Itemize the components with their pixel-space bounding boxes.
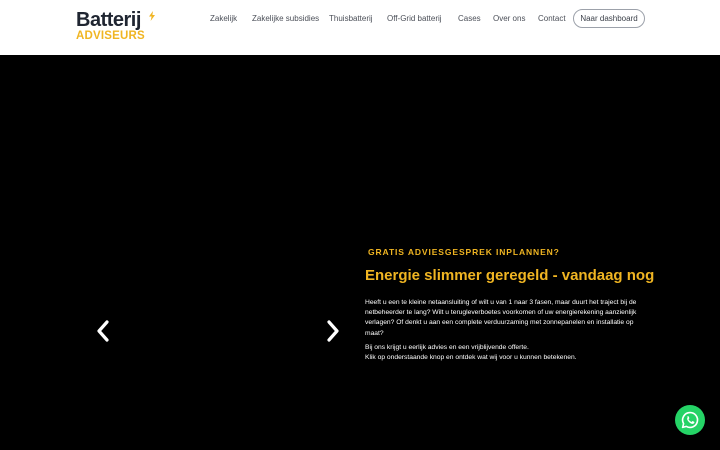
nav-item-thuisbatterij[interactable]: Thuisbatterij (329, 13, 373, 25)
nav-item-over-ons[interactable]: Over ons (493, 13, 525, 25)
logo-wordmark-top: Batterij (76, 9, 141, 31)
nav-item-zakelijke-subsidies[interactable]: Zakelijke subsidies (252, 13, 319, 25)
chevron-left-icon (97, 320, 109, 342)
nav-item-zakelijk[interactable]: Zakelijk (210, 13, 237, 25)
slider-prev-button[interactable] (95, 319, 111, 343)
hero-cta-line-2: Klik op onderstaande knop en ontdek wat … (365, 354, 577, 362)
dashboard-button[interactable]: Naar dashboard (573, 9, 645, 28)
hero-cta-line-1: Bij ons krijgt u eerlijk advies en een v… (365, 344, 529, 351)
logo-wordmark-bottom: ADVISEURS (76, 30, 145, 42)
hero-paragraph-cta: Bij ons krijgt u eerlijk advies en een v… (365, 343, 645, 363)
nav-item-cases[interactable]: Cases (458, 13, 481, 25)
hero-slider (0, 55, 720, 450)
whatsapp-icon (681, 411, 699, 429)
lightning-icon (149, 11, 155, 21)
nav-item-contact[interactable]: Contact (538, 13, 566, 25)
chevron-right-icon (327, 320, 339, 342)
hero-paragraph-intro: Heeft u een te kleine netaansluiting of … (365, 299, 637, 337)
hero-headline: Energie slimmer geregeld - vandaag nog (365, 267, 655, 284)
brand-logo[interactable]: Batterij ADVISEURS (76, 10, 156, 44)
nav-item-off-grid-batterij[interactable]: Off-Grid batterij (387, 13, 442, 25)
whatsapp-chat-button[interactable] (675, 405, 705, 435)
hero-kicker: GRATIS ADVIESGESPREK INPLANNEN? (368, 247, 560, 257)
slider-next-button[interactable] (325, 319, 341, 343)
site-header: Batterij ADVISEURS Zakelijk Zakelijke su… (0, 0, 720, 55)
